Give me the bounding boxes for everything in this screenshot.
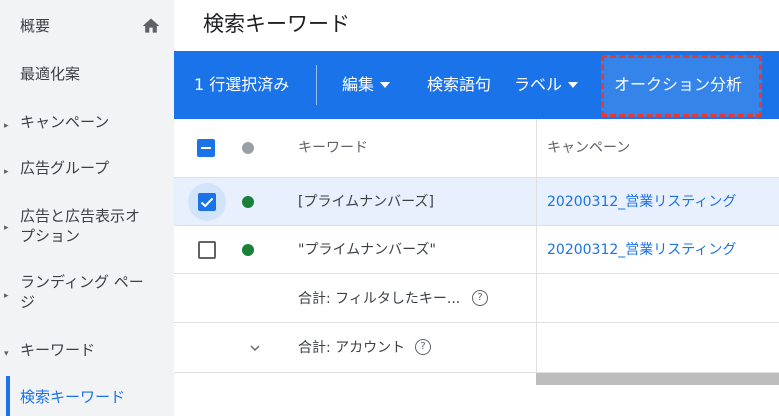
edit-button[interactable]: 編集 [342, 75, 391, 95]
caret-right-icon: ▸ [4, 291, 9, 301]
sidebar-item-label: 広告グループ [20, 159, 110, 177]
keyword-cell: [プライムナンバーズ] [298, 194, 434, 210]
auction-insights-highlight [601, 55, 762, 117]
campaign-link[interactable]: 20200312_営業リスティング [547, 241, 736, 259]
edit-button-label: 編集 [342, 75, 375, 94]
sidebar-item-label: キャンペーン [20, 113, 110, 131]
table-header-row: キーワード キャンペーン [174, 119, 779, 178]
page-title: 検索キーワード [203, 12, 350, 36]
sidebar-item-label-line2: プション [20, 227, 81, 245]
table-row: "プライムナンバーズ" 20200312_営業リスティング [174, 226, 779, 274]
help-icon[interactable]: ? [415, 339, 431, 355]
row-checkbox[interactable] [198, 193, 216, 211]
column-header-campaign[interactable]: キャンペーン [547, 139, 630, 157]
caret-down-icon [568, 81, 579, 88]
column-divider [536, 119, 537, 373]
sidebar-item-label: 概要 [20, 17, 51, 35]
sidebar: 概要 最適化案 ▸ キャンペーン ▸ 広告グループ ▸ 広告と広告表示オ プショ… [0, 0, 174, 416]
sidebar-item-ads-extensions[interactable]: ▸ 広告と広告表示オ プション [0, 206, 174, 246]
sidebar-item-label: 最適化案 [20, 65, 81, 83]
toolbar-divider [316, 65, 317, 105]
caret-right-icon: ▸ [4, 167, 9, 177]
horizontal-scrollbar[interactable] [536, 373, 779, 385]
campaign-link[interactable]: 20200312_営業リスティング [547, 193, 736, 211]
table-row: [プライムナンバーズ] 20200312_営業リスティング [174, 178, 779, 226]
selected-count: 1 行選択済み [194, 75, 290, 94]
column-header-keyword[interactable]: キーワード [298, 139, 368, 157]
total-account-row: 合計: アカウント ? [174, 323, 779, 373]
main-content: 検索キーワード 1 行選択済み 編集 検索語句 ラベル オークション分析 キーワ… [174, 0, 779, 416]
label-button[interactable]: ラベル [514, 75, 579, 95]
checkmark-icon [200, 197, 214, 208]
caret-down-icon [380, 81, 391, 88]
sidebar-item-label: キーワード [20, 341, 96, 359]
sidebar-item-label-line2: ジ [20, 293, 36, 311]
active-indicator [6, 376, 10, 416]
status-enabled-icon [242, 244, 254, 256]
sidebar-item-label: 広告と広告表示オ [20, 207, 141, 225]
select-all-checkbox[interactable] [197, 139, 215, 157]
caret-right-icon: ▸ [4, 121, 9, 131]
home-icon [142, 18, 160, 33]
label-button-label: ラベル [514, 75, 563, 94]
help-icon[interactable]: ? [472, 290, 488, 306]
sidebar-item-label: ランディング ペー [20, 273, 144, 291]
total-filtered-label: 合計: フィルタしたキー... [298, 291, 461, 307]
caret-right-icon: ▸ [4, 223, 9, 233]
total-account-label: 合計: アカウント [298, 340, 406, 356]
total-filtered-row: 合計: フィルタしたキー... ? [174, 274, 779, 323]
status-header-icon[interactable] [242, 142, 254, 154]
status-enabled-icon [242, 196, 254, 208]
sidebar-item-label: 検索キーワード [20, 388, 126, 406]
chevron-down-icon[interactable] [247, 340, 263, 356]
search-terms-button[interactable]: 検索語句 [427, 75, 491, 95]
sidebar-item-landing-pages[interactable]: ▸ ランディング ペー ジ [0, 272, 174, 312]
row-checkbox[interactable] [198, 241, 216, 259]
caret-down-icon: ▾ [4, 349, 9, 359]
keyword-cell: "プライムナンバーズ" [298, 242, 436, 258]
